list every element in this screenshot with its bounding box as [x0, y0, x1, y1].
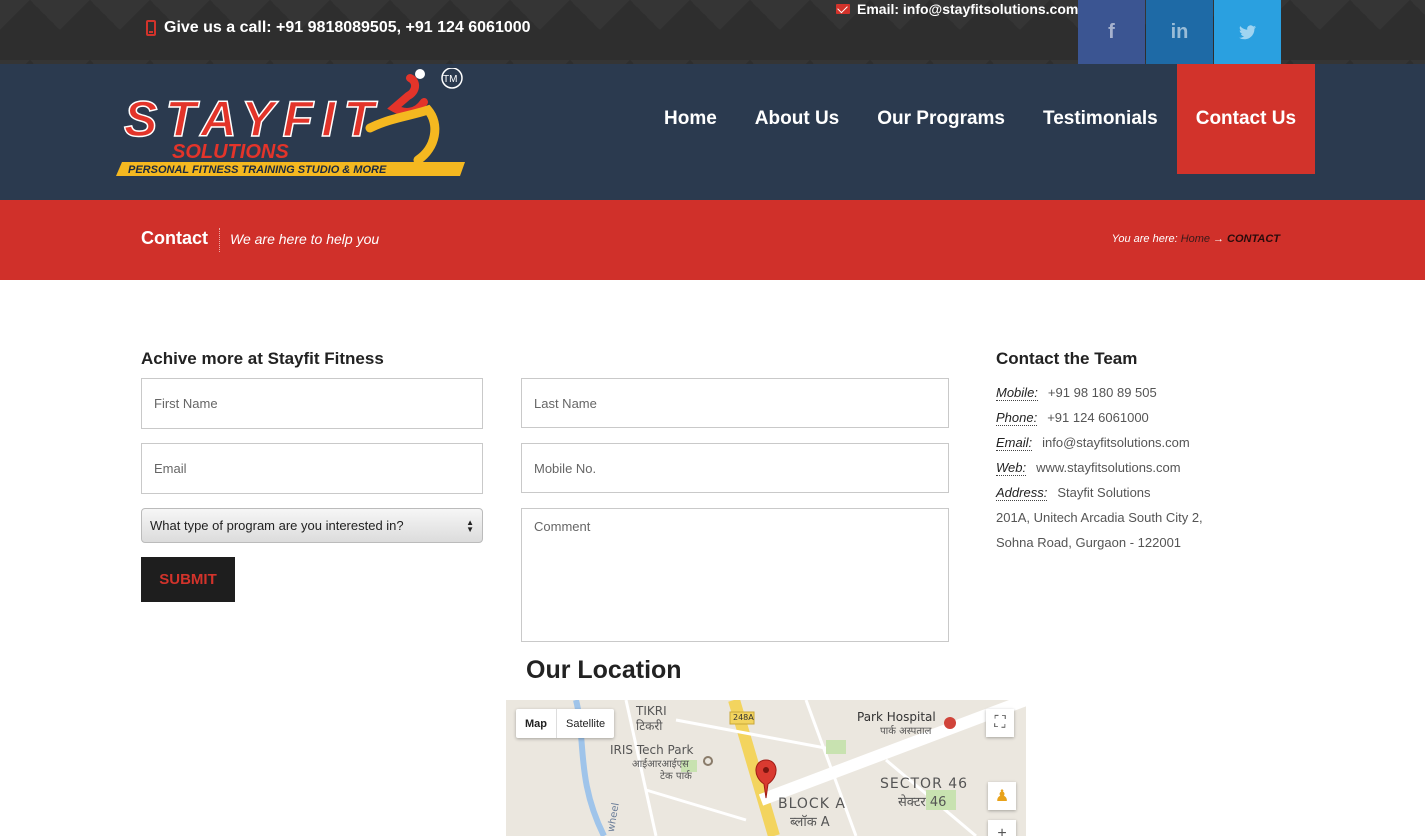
map-label-park-hospital: Park Hospital — [857, 710, 936, 724]
page-title: Contact — [141, 228, 208, 248]
map-label-sector: SECTOR 46 — [880, 776, 969, 792]
address-line-2: 201A, Unitech Arcadia South City 2, — [996, 510, 1203, 525]
address-label: Address: — [996, 484, 1048, 501]
map-label-park-hospital-hi: पार्क अस्पताल — [880, 726, 932, 737]
map-label-iris-hi-2: टेक पार्क — [660, 771, 692, 782]
stayfit-logo[interactable]: PERSONAL FITNESS TRAINING STUDIO & MORE … — [110, 67, 470, 188]
breadcrumb-current: CONTACT — [1227, 233, 1280, 245]
top-bar: Give us a call: +91 9818089505, +91 124 … — [0, 0, 1425, 64]
twitter-button[interactable] — [1214, 0, 1281, 64]
logo-brand2: SOLUTIONS — [172, 141, 289, 163]
linkedin-icon: in — [1170, 20, 1189, 43]
nav-home[interactable]: Home — [645, 64, 736, 174]
map-label-sector-hi: सेक्टर 46 — [898, 795, 947, 810]
map-label-block: BLOCK A — [778, 796, 846, 812]
google-map[interactable]: Map Satellite TIKRI टिकरी IRIS Tech Park… — [506, 700, 1026, 836]
zoom-in-icon[interactable]: + — [988, 820, 1016, 836]
page-title-band: Contact We are here to help you You are … — [0, 200, 1425, 280]
facebook-button[interactable]: f — [1078, 0, 1145, 64]
address-line-1: Stayfit Solutions — [1057, 485, 1151, 500]
satellite-button[interactable]: Satellite — [557, 709, 614, 738]
logo-tagline: PERSONAL FITNESS TRAINING STUDIO & MORE — [128, 164, 387, 176]
web-value[interactable]: www.stayfitsolutions.com — [1036, 460, 1181, 475]
map-type-control: Map Satellite — [516, 709, 615, 738]
nav-our-programs[interactable]: Our Programs — [858, 64, 1024, 174]
title-divider — [219, 228, 220, 252]
breadcrumb-home-link[interactable]: Home — [1181, 233, 1210, 245]
address-line-3: Sohna Road, Gurgaon - 122001 — [996, 535, 1182, 550]
location-heading: Our Location — [526, 656, 682, 684]
map-label-tikri: TIKRI — [636, 704, 667, 718]
mobile-input[interactable]: Mobile No. — [521, 443, 949, 493]
phone-label: Phone: — [996, 409, 1038, 426]
facebook-icon: f — [1108, 20, 1115, 43]
envelope-icon — [836, 4, 850, 14]
nav-about-us[interactable]: About Us — [736, 64, 858, 174]
program-select[interactable]: What type of program are you interested … — [141, 508, 483, 543]
page-subtitle: We are here to help you — [230, 231, 380, 247]
call-text: Give us a call: +91 9818089505, +91 124 … — [164, 19, 531, 36]
email-input[interactable]: Email — [141, 443, 483, 494]
map-label-block-hi: ब्लॉक A — [790, 815, 830, 830]
nav-contact-us[interactable]: Contact Us — [1176, 64, 1316, 174]
mobile-label: Mobile: — [996, 384, 1038, 401]
email-value[interactable]: info@stayfitsolutions.com — [1042, 435, 1190, 450]
last-name-input[interactable]: Last Name — [521, 378, 949, 428]
web-label: Web: — [996, 459, 1027, 476]
breadcrumb-arrow-icon: → — [1213, 233, 1225, 245]
linkedin-button[interactable]: in — [1146, 0, 1213, 64]
twitter-icon — [1238, 24, 1256, 39]
map-label-tikri-hi: टिकरी — [636, 719, 663, 733]
contact-details: Mobile: +91 98 180 89 505 Phone: +91 124 6… — [996, 380, 1203, 555]
main-nav: Home About Us Our Programs Testimonials … — [645, 64, 1316, 174]
fullscreen-icon[interactable]: ⛶ — [986, 709, 1014, 737]
breadcrumb: You are here: Home → CONTACT — [1112, 233, 1280, 245]
form-heading: Achive more at Stayfit Fitness — [141, 349, 384, 368]
map-button[interactable]: Map — [516, 709, 557, 738]
map-road-label: 248A — [733, 713, 754, 722]
first-name-input[interactable]: First Name — [141, 378, 483, 429]
trademark-label: TM — [443, 74, 457, 85]
team-heading: Contact the Team — [996, 349, 1138, 368]
mobile-phone-icon — [146, 20, 156, 36]
program-select-value: What type of program are you interested … — [150, 518, 404, 533]
comment-textarea[interactable]: Comment — [521, 508, 949, 642]
phone-value: +91 124 6061000 — [1047, 410, 1149, 425]
email-info[interactable]: Email: info@stayfitsolutions.com — [836, 1, 1078, 17]
submit-button[interactable]: SUBMIT — [141, 557, 235, 602]
site-header: PERSONAL FITNESS TRAINING STUDIO & MORE … — [0, 64, 1425, 200]
email-label: Email: — [996, 434, 1033, 451]
logo-brand: STAYFIT — [124, 91, 378, 147]
email-text[interactable]: Email: info@stayfitsolutions.com — [857, 1, 1078, 17]
pegman-icon[interactable]: ♟ — [988, 782, 1016, 810]
call-info: Give us a call: +91 9818089505, +91 124 … — [146, 19, 531, 37]
nav-testimonials[interactable]: Testimonials — [1024, 64, 1177, 174]
breadcrumb-prefix: You are here: — [1111, 233, 1178, 245]
mobile-value: +91 98 180 89 505 — [1047, 385, 1157, 400]
select-arrows-icon: ▲ ▼ — [466, 518, 474, 534]
map-label-iris: IRIS Tech Park — [610, 743, 694, 757]
